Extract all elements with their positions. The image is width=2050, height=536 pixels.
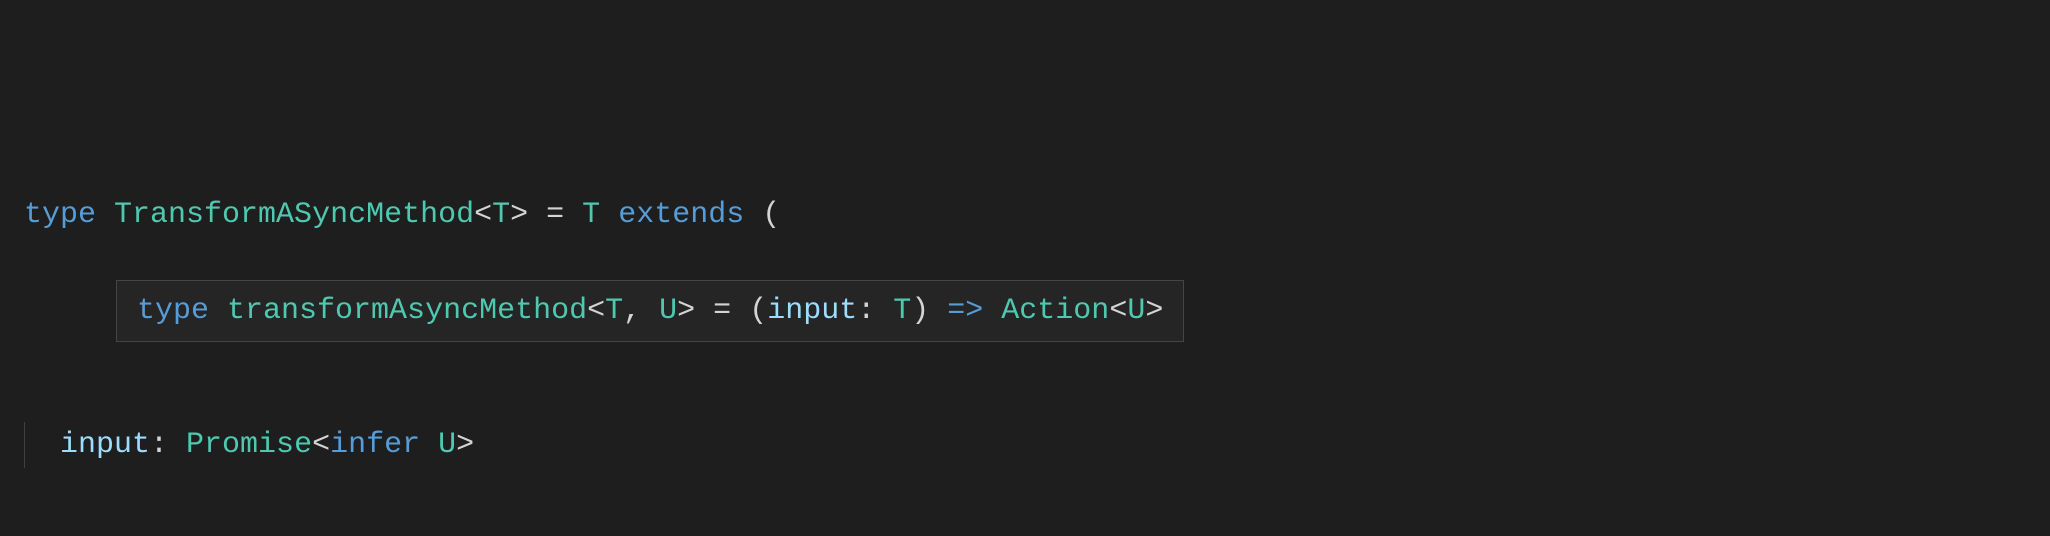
keyword-extends: extends [618, 198, 744, 232]
keyword-type: type [137, 294, 209, 328]
type-name: TransformASyncMethod [114, 198, 474, 232]
parameter-name: input [60, 428, 150, 462]
keyword-type: type [24, 198, 96, 232]
code-line[interactable]: input: Promise<infer U> [24, 422, 2050, 468]
hover-tooltip: type transformAsyncMethod<T, U> = (input… [116, 280, 1184, 342]
code-line[interactable]: type TransformASyncMethod<T> = T extends… [24, 192, 2050, 238]
parameter-name: input [767, 294, 857, 328]
hover-type-name: transformAsyncMethod [227, 294, 587, 328]
arrow: => [947, 294, 983, 328]
keyword-infer: infer [330, 428, 420, 462]
code-editor[interactable]: type TransformASyncMethod<T> = T extends… [0, 0, 2050, 536]
